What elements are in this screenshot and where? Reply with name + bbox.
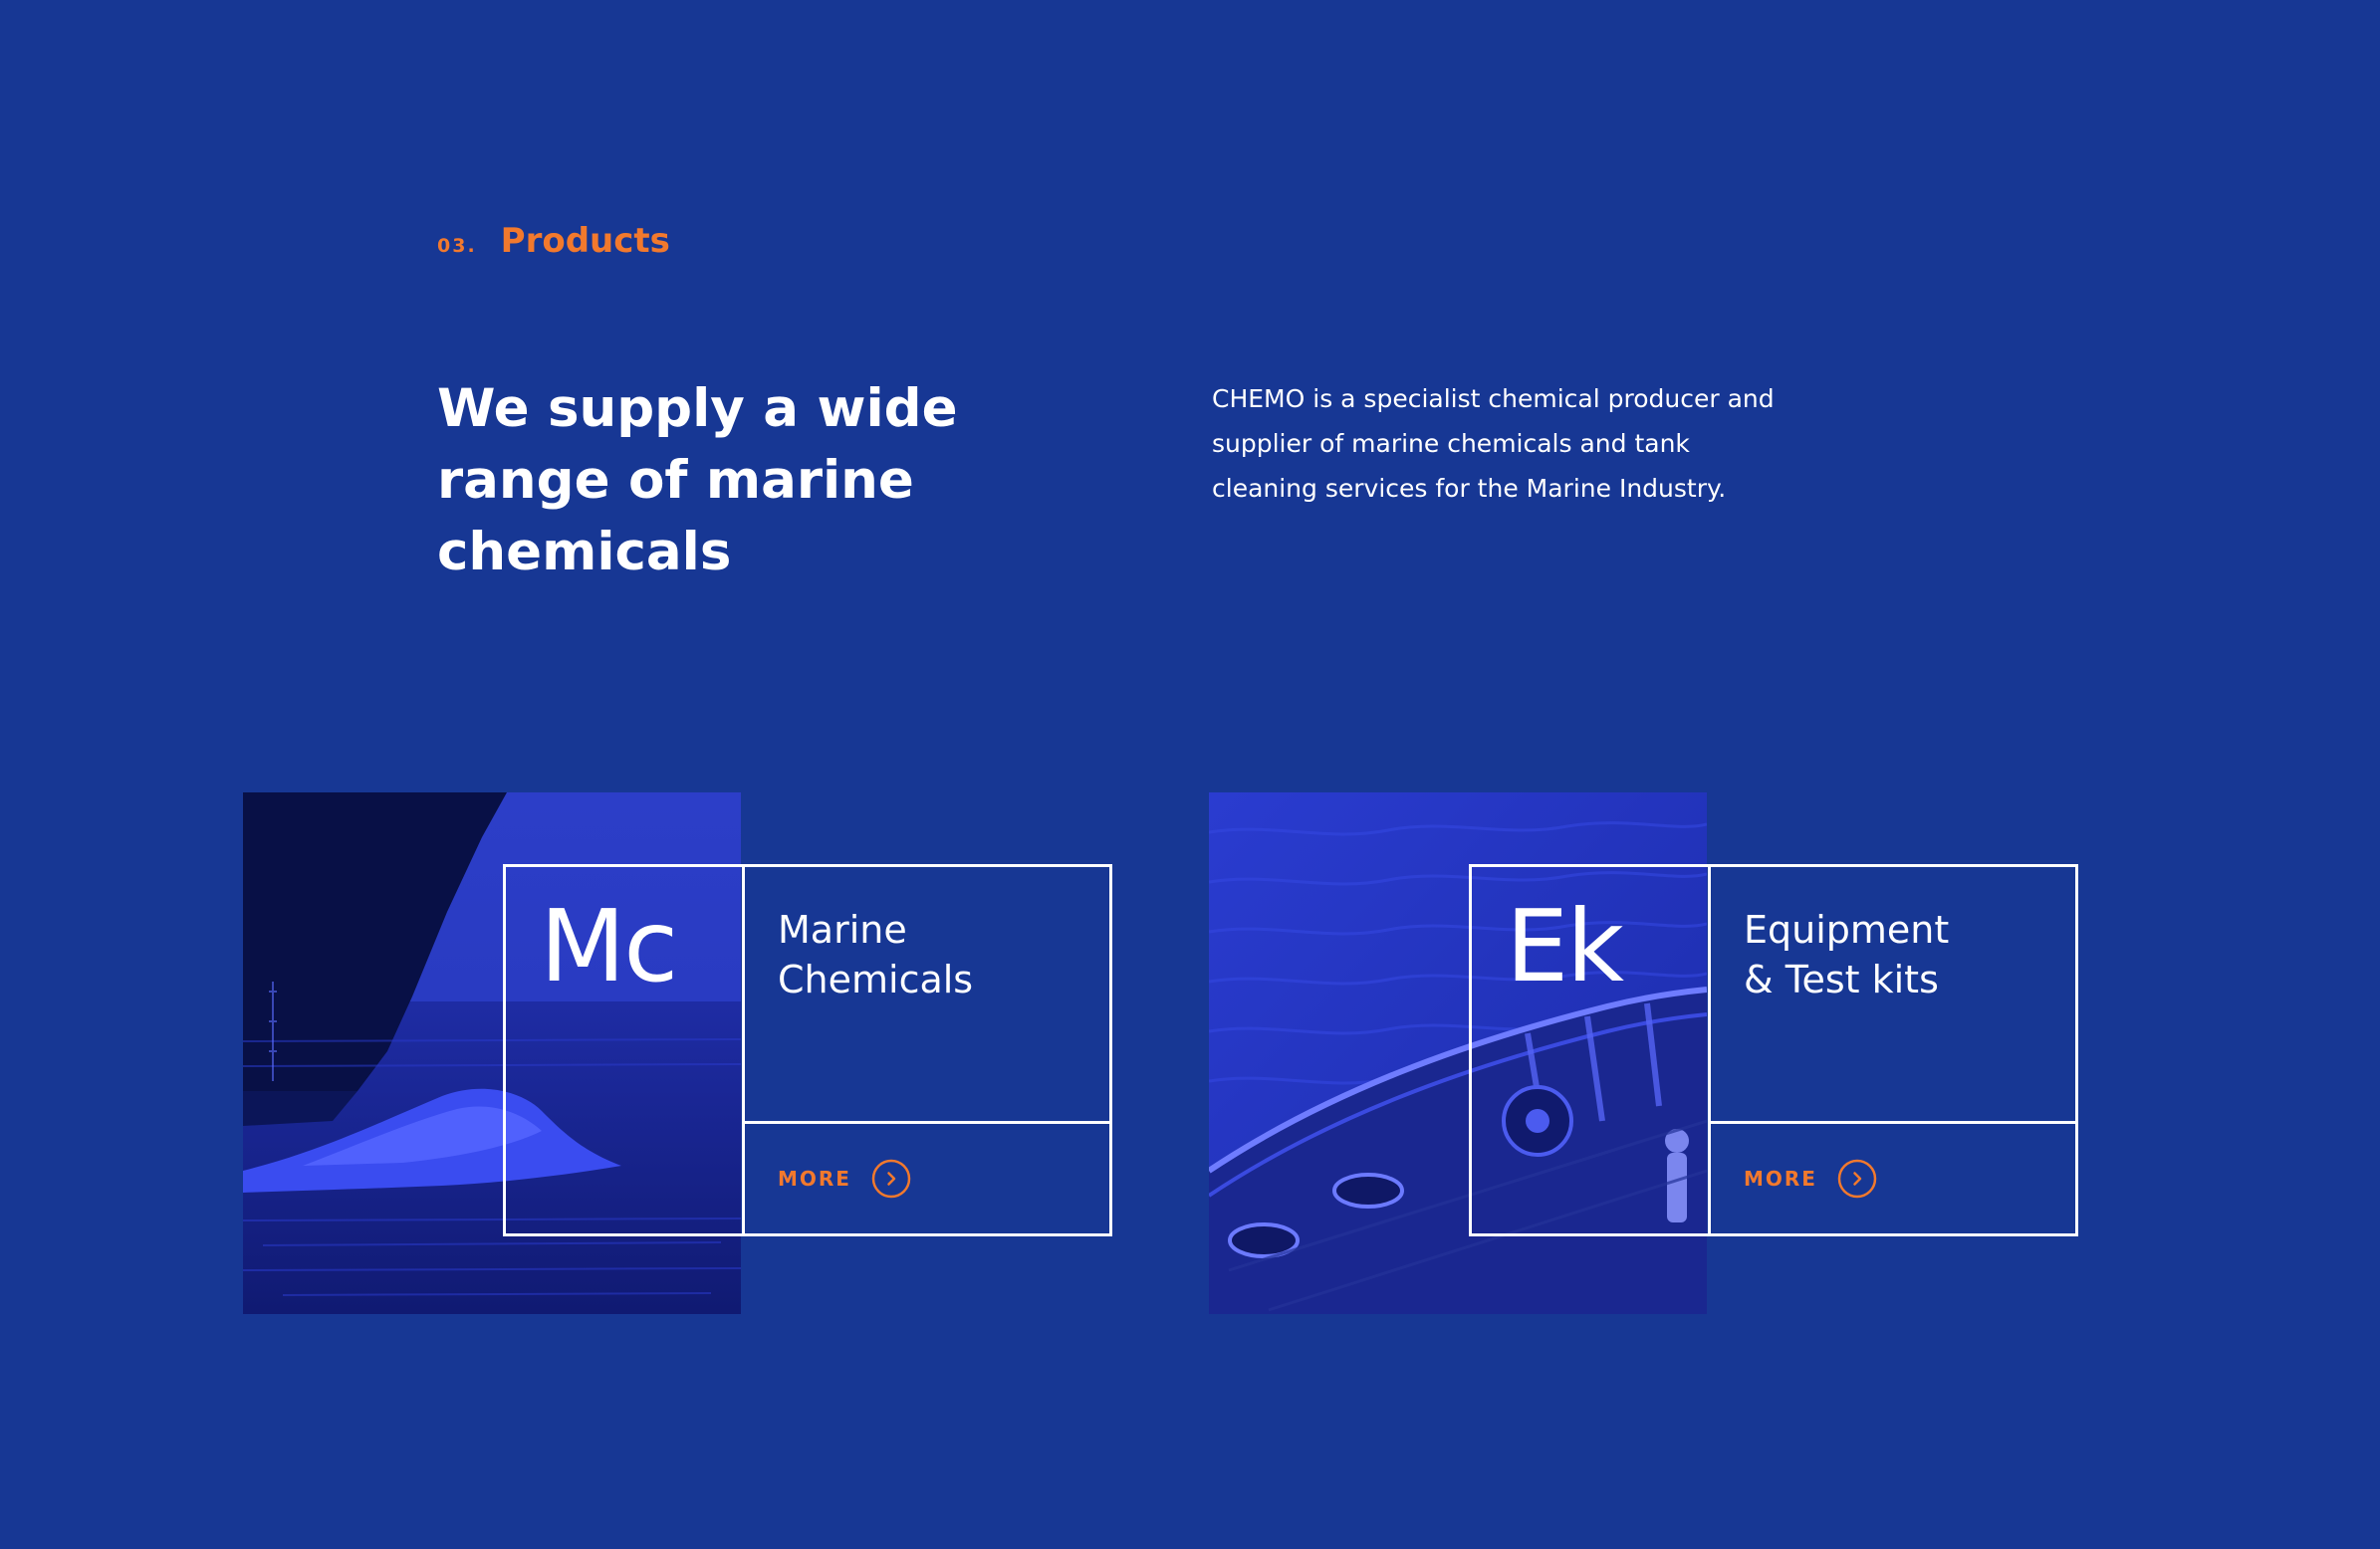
product-name-line-2: Chemicals [778, 958, 974, 1001]
more-link[interactable]: MORE [1711, 1124, 2075, 1233]
section-title: Products [500, 221, 670, 261]
section-heading: 03. Products [437, 221, 670, 261]
more-label: MORE [1744, 1167, 1817, 1191]
product-name: Equipment & Test kits [1711, 867, 2075, 1124]
product-name-line-1: Marine [778, 908, 907, 952]
product-name-line-2: & Test kits [1744, 958, 1939, 1001]
info-cell: Marine Chemicals MORE [745, 867, 1109, 1233]
chevron-right-circle-icon [871, 1159, 911, 1199]
product-card-marine-chemicals[interactable]: Mc Marine Chemicals MORE [243, 792, 1112, 1314]
section-number: 03. [437, 235, 477, 257]
product-name-line-1: Equipment [1744, 908, 1950, 952]
intro-text: CHEMO is a specialist chemical producer … [1212, 384, 1775, 503]
element-symbol: Ek [1506, 888, 1624, 1004]
product-box: Mc Marine Chemicals MORE [503, 864, 1112, 1236]
element-symbol: Mc [540, 888, 678, 1004]
symbol-cell: Ek [1472, 867, 1711, 1233]
more-link[interactable]: MORE [745, 1124, 1109, 1233]
symbol-cell: Mc [506, 867, 745, 1233]
headline: We supply a wide range of marine chemica… [437, 378, 958, 582]
more-label: MORE [778, 1167, 851, 1191]
chevron-right-circle-icon [1837, 1159, 1877, 1199]
info-cell: Equipment & Test kits MORE [1711, 867, 2075, 1233]
product-box: Ek Equipment & Test kits MORE [1469, 864, 2078, 1236]
product-name: Marine Chemicals [745, 867, 1109, 1124]
product-card-equipment-test-kits[interactable]: Ek Equipment & Test kits MORE [1209, 792, 2078, 1314]
